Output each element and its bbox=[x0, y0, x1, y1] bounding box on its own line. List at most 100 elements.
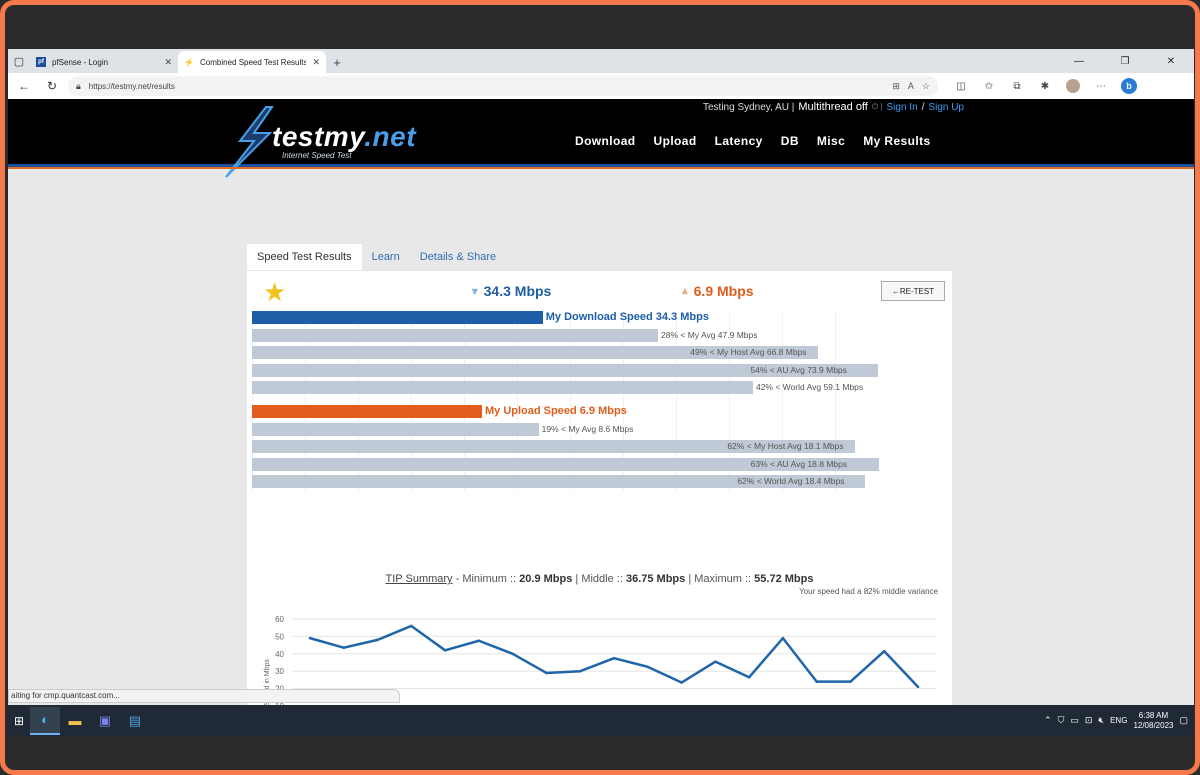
notifications-icon[interactable]: ▢ bbox=[1179, 715, 1188, 726]
tip-max: 55.72 Mbps bbox=[754, 573, 814, 585]
minimize-button[interactable]: — bbox=[1056, 56, 1102, 67]
lock-icon[interactable]: 🔒︎ bbox=[76, 81, 81, 92]
tab-learn[interactable]: Learn bbox=[362, 244, 410, 270]
profile-avatar[interactable] bbox=[1066, 79, 1080, 93]
location-text: Testing Sydney, AU | bbox=[702, 101, 795, 113]
bar-label: 63% < AU Avg 18.8 Mbps bbox=[750, 458, 848, 469]
windows-start-icon[interactable]: ⊞ bbox=[8, 705, 30, 736]
variance-note: Your speed had a 82% middle variance bbox=[799, 587, 938, 596]
clock-date: 12/08/2023 bbox=[1133, 720, 1174, 730]
refresh-button[interactable]: ↻ bbox=[40, 75, 64, 97]
url-text: https://testmy.net/results bbox=[88, 81, 175, 91]
workspaces-icon[interactable]: ▢ bbox=[8, 49, 30, 73]
nav-misc[interactable]: Misc bbox=[817, 134, 845, 148]
teams-icon[interactable]: ▣ bbox=[90, 707, 120, 735]
speed-data-point[interactable] bbox=[308, 636, 312, 640]
y-tick-label: 40 bbox=[275, 650, 284, 659]
y-tick-label: 60 bbox=[275, 615, 284, 624]
sign-up-link[interactable]: Sign Up bbox=[928, 102, 964, 113]
speed-data-point[interactable] bbox=[747, 675, 751, 679]
y-tick-label: 50 bbox=[275, 632, 284, 641]
chevron-up-icon[interactable]: ⌃ bbox=[1044, 715, 1052, 726]
nav-download[interactable]: Download bbox=[575, 134, 636, 148]
speed-data-point[interactable] bbox=[578, 669, 582, 673]
speed-data-point[interactable] bbox=[545, 671, 548, 675]
url-field[interactable]: 🔒︎ https://testmy.net/results ⊞ A ☆ bbox=[68, 76, 938, 96]
speed-data-point[interactable] bbox=[376, 638, 379, 642]
speed-data-point[interactable] bbox=[815, 680, 818, 683]
close-icon[interactable]: ✕ bbox=[164, 57, 172, 68]
close-icon[interactable]: ✕ bbox=[312, 57, 320, 68]
network-icon[interactable]: ⊡ bbox=[1085, 715, 1093, 726]
clock[interactable]: 6:38 AM 12/08/2023 bbox=[1133, 711, 1173, 731]
speed-data-point[interactable] bbox=[882, 649, 886, 653]
retest-button[interactable]: ←RE-TEST bbox=[881, 281, 945, 301]
speed-data-point[interactable] bbox=[612, 656, 616, 660]
new-tab-button[interactable]: + bbox=[326, 51, 348, 73]
address-bar: ← ↻ 🔒︎ https://testmy.net/results ⊞ A ☆ … bbox=[8, 73, 1194, 99]
back-button[interactable]: ← bbox=[12, 75, 36, 97]
extensions-icon[interactable]: ✱ bbox=[1032, 75, 1058, 97]
logo-subtitle: Internet Speed Test bbox=[282, 151, 352, 160]
speed-data-point[interactable] bbox=[410, 624, 413, 628]
pfsense-favicon-icon: pf bbox=[36, 57, 46, 67]
dl-compare-bar bbox=[252, 328, 659, 342]
remote-desktop-icon[interactable]: ▤ bbox=[120, 707, 150, 735]
download-speed: 34.3 Mbps bbox=[483, 283, 552, 299]
nav-upload[interactable]: Upload bbox=[654, 134, 697, 148]
separator: / bbox=[921, 101, 925, 113]
nav-my-results[interactable]: My Results bbox=[863, 134, 930, 148]
tab-label: pfSense - Login bbox=[52, 57, 109, 67]
speed-data-point[interactable] bbox=[916, 685, 920, 689]
speed-data-point[interactable] bbox=[342, 646, 346, 650]
bar-label: 28% < My Avg 47.9 Mbps bbox=[661, 329, 758, 340]
ul-compare-bar bbox=[252, 422, 539, 436]
close-window-button[interactable]: ✕ bbox=[1148, 56, 1194, 67]
multithread-toggle[interactable]: Multithread off bbox=[798, 101, 868, 113]
tab-details-share[interactable]: Details & Share bbox=[410, 244, 506, 270]
edge-taskbar-icon[interactable]: ◐ bbox=[30, 706, 60, 735]
file-explorer-icon[interactable]: ▬ bbox=[60, 707, 90, 735]
favorite-star-icon[interactable]: ☆ bbox=[922, 81, 930, 92]
tab-speed-results[interactable]: ⚡ Combined Speed Test Results ✕ bbox=[178, 51, 326, 73]
favorites-icon[interactable]: ✩ bbox=[976, 75, 1002, 97]
screen: ▢ pf pfSense - Login ✕ ⚡ Combined Speed … bbox=[8, 49, 1194, 736]
tab-pfsense[interactable]: pf pfSense - Login ✕ bbox=[30, 51, 178, 73]
shield-icon[interactable]: ⛉ bbox=[1058, 715, 1065, 726]
volume-muted-icon[interactable]: 🔇︎ bbox=[1098, 715, 1104, 726]
speed-data-point[interactable] bbox=[714, 660, 717, 663]
bar-label: My Download Speed 34.3 Mbps bbox=[545, 311, 709, 323]
sign-in-link[interactable]: Sign In bbox=[887, 102, 918, 113]
speed-data-point[interactable] bbox=[781, 636, 785, 640]
tab-speed-test-results[interactable]: Speed Test Results bbox=[247, 244, 362, 270]
download-result: ⩔ 34.3 Mbps bbox=[472, 283, 551, 299]
collections-icon[interactable]: ⧉ bbox=[1004, 75, 1030, 97]
tip-summary: TIP Summary - Minimum :: 20.9 Mbps | Mid… bbox=[247, 573, 952, 585]
bing-icon[interactable]: b bbox=[1121, 78, 1137, 94]
app-available-icon[interactable]: ⊞ bbox=[892, 81, 900, 92]
site-logo[interactable]: testmy.net Internet Speed Test bbox=[220, 106, 420, 178]
read-aloud-icon[interactable]: A bbox=[908, 81, 914, 91]
star-icon: ★ bbox=[263, 277, 287, 307]
nav-latency[interactable]: Latency bbox=[715, 134, 763, 148]
taskbar: ⊞ ◐ ▬ ▣ ▤ ⌃ ⛉ ▭ ⊡ 🔇︎ ENG 6:38 AM 12/08/2… bbox=[8, 705, 1194, 736]
tip-min: 20.9 Mbps bbox=[519, 573, 573, 585]
speed-data-point[interactable] bbox=[646, 665, 650, 669]
download-arrow-icon: ⩔ bbox=[472, 285, 478, 297]
speed-data-point[interactable] bbox=[443, 649, 447, 652]
speed-data-point[interactable] bbox=[849, 680, 852, 683]
maximize-button[interactable]: ❐ bbox=[1102, 56, 1148, 67]
site-header: testmy.net Internet Speed Test Download … bbox=[8, 106, 1194, 178]
language-indicator[interactable]: ENG bbox=[1110, 716, 1127, 725]
speed-data-point[interactable] bbox=[680, 681, 683, 684]
speed-data-point[interactable] bbox=[477, 639, 481, 643]
nav-db[interactable]: DB bbox=[781, 134, 799, 148]
speed-data-point[interactable] bbox=[511, 652, 514, 656]
more-icon[interactable]: ⋯ bbox=[1088, 75, 1114, 97]
y-tick-label: 30 bbox=[275, 667, 284, 676]
split-screen-icon[interactable]: ◫ bbox=[948, 75, 974, 97]
bar-label: 49% < My Host Avg 66.8 Mbps bbox=[690, 347, 807, 357]
window-controls: — ❐ ✕ bbox=[1056, 49, 1194, 73]
tip-summary-link[interactable]: TIP Summary bbox=[386, 573, 453, 585]
display-icon[interactable]: ▭ bbox=[1070, 715, 1079, 726]
